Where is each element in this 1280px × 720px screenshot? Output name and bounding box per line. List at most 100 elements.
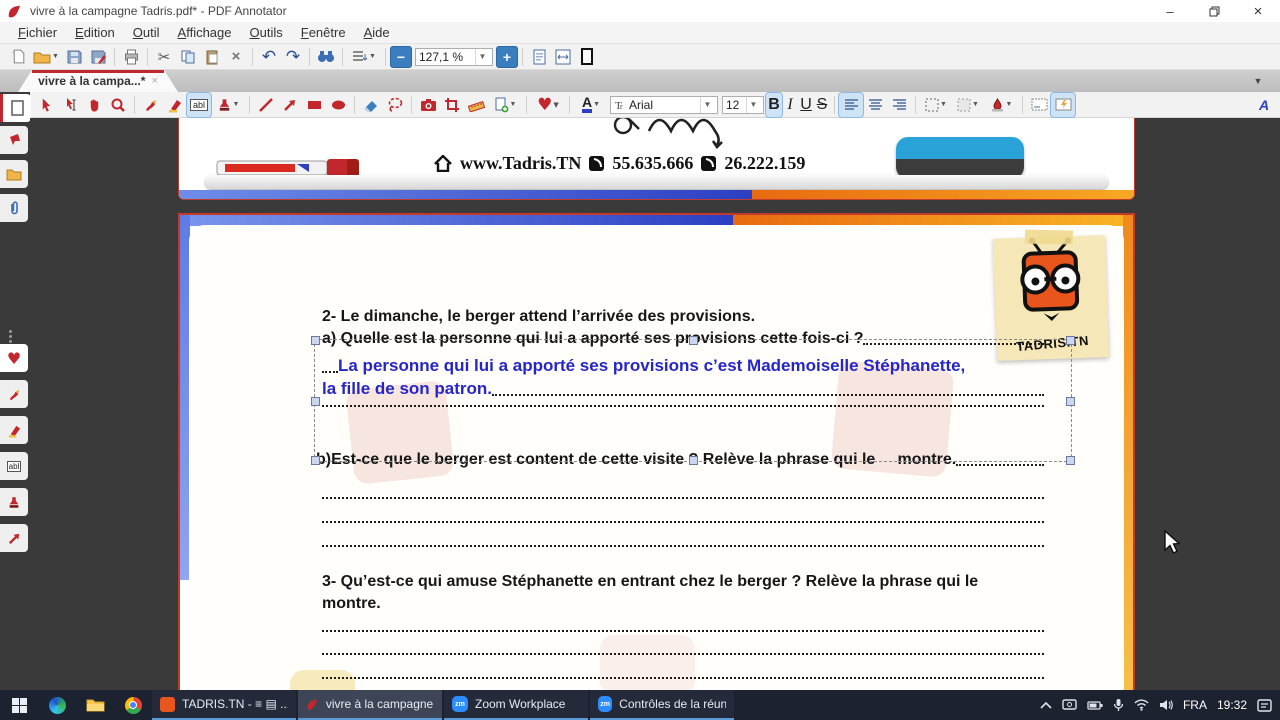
battery-icon[interactable]	[1087, 700, 1103, 711]
file-explorer-taskbar-icon[interactable]	[76, 690, 114, 720]
save-button[interactable]	[62, 45, 86, 69]
font-color-button[interactable]: A ▼	[574, 93, 608, 117]
align-left-button[interactable]	[838, 91, 864, 118]
border-style-button[interactable]: ▼	[920, 93, 952, 117]
cut-button[interactable]: ✂	[152, 45, 176, 69]
menu-aide[interactable]: Aide	[356, 23, 398, 42]
menu-edition[interactable]: Edition	[67, 23, 123, 42]
tray-expand-chevron-icon[interactable]	[1040, 701, 1052, 710]
tab-list-dropdown-button[interactable]: ▼	[1248, 73, 1268, 89]
selection-handle-middle-left[interactable]	[311, 397, 320, 406]
sidebar-highlighter-tool[interactable]	[0, 416, 28, 444]
microphone-icon[interactable]	[1113, 698, 1124, 712]
folders-panel-tab[interactable]	[0, 160, 28, 188]
close-button[interactable]: ×	[1236, 0, 1280, 22]
text-select-tool-button[interactable]	[58, 93, 82, 117]
form-field-button[interactable]	[1027, 93, 1051, 117]
print-button[interactable]	[119, 45, 143, 69]
align-right-button[interactable]	[887, 93, 911, 117]
redo-button[interactable]: ↷	[281, 45, 305, 69]
sidebar-textbox-tool[interactable]: abl	[0, 452, 28, 480]
align-center-button[interactable]	[863, 93, 887, 117]
pen-tool-button[interactable]	[139, 93, 163, 117]
find-button[interactable]	[314, 45, 338, 69]
italic-button[interactable]: I	[782, 93, 798, 117]
menu-outil[interactable]: Outil	[125, 23, 168, 42]
selection-handle-bottom-middle[interactable]	[689, 456, 698, 465]
annotation-list-button[interactable]: ▼	[347, 45, 381, 69]
zoom-tool-button[interactable]	[106, 93, 130, 117]
underline-button[interactable]: U	[798, 93, 814, 117]
language-indicator[interactable]: FRA	[1183, 698, 1207, 712]
new-document-button[interactable]	[6, 45, 30, 69]
crop-tool-button[interactable]	[440, 93, 464, 117]
arrow-tool-button[interactable]	[278, 93, 302, 117]
menu-fenetre[interactable]: Fenêtre	[293, 23, 354, 42]
insert-page-tool-button[interactable]: ▼	[488, 93, 522, 117]
start-button[interactable]	[0, 690, 38, 720]
tab-close-icon[interactable]: ×	[151, 75, 157, 87]
selection-handle-bottom-right[interactable]	[1066, 456, 1075, 465]
highlighter-tool-button[interactable]	[163, 93, 187, 117]
save-as-button[interactable]	[86, 45, 110, 69]
taskbar-window-tadris[interactable]: TADRIS.TN - ≡ ▤ ...قرن	[152, 690, 296, 720]
selection-handle-top-left[interactable]	[311, 336, 320, 345]
open-button[interactable]: ▼	[30, 45, 62, 69]
ellipse-tool-button[interactable]	[326, 93, 350, 117]
menu-fichier[interactable]: Fichier	[10, 23, 65, 42]
minimize-button[interactable]: –	[1148, 0, 1192, 22]
toolbar-sidebar-toggle-button[interactable]: A	[1252, 93, 1276, 117]
sidebar-arrow-tool[interactable]	[0, 524, 28, 552]
bold-button[interactable]: B	[765, 91, 783, 118]
edge-taskbar-icon[interactable]	[38, 690, 76, 720]
document-view[interactable]: www.Tadris.TN 55.635.666 26.222.159 TADR…	[30, 118, 1280, 690]
pan-tool-button[interactable]	[82, 93, 106, 117]
fill-color-button[interactable]: ▼	[984, 93, 1018, 117]
clock[interactable]: 19:32	[1217, 698, 1247, 712]
fit-page-button[interactable]	[527, 45, 551, 69]
screen-share-icon[interactable]	[1062, 698, 1077, 712]
snapshot-tool-button[interactable]	[416, 93, 440, 117]
border-width-button[interactable]: ▼	[952, 93, 984, 117]
zoom-out-button[interactable]: −	[390, 45, 412, 68]
stamp-tool-button[interactable]: ▼	[211, 93, 245, 117]
fit-width-button[interactable]	[551, 45, 575, 69]
textbox-tool-button[interactable]: abl	[186, 91, 212, 118]
pages-panel-tab[interactable]	[0, 94, 31, 122]
single-page-view-button[interactable]	[575, 45, 599, 69]
chrome-taskbar-icon[interactable]	[114, 690, 152, 720]
delete-button[interactable]: ×	[224, 45, 248, 69]
annotation-selection-box[interactable]	[311, 336, 1075, 465]
select-tool-button[interactable]	[34, 93, 58, 117]
selection-handle-bottom-left[interactable]	[311, 456, 320, 465]
speaker-icon[interactable]	[1159, 699, 1173, 711]
auto-form-field-button[interactable]	[1050, 91, 1076, 118]
paste-button[interactable]	[200, 45, 224, 69]
line-tool-button[interactable]	[254, 93, 278, 117]
strikethrough-button[interactable]: S	[814, 93, 830, 117]
undo-button[interactable]: ↶	[257, 45, 281, 69]
font-family-combobox[interactable]: Tr Arial ▼	[610, 95, 718, 114]
sidebar-favorites-heart-tool[interactable]: ♥	[0, 344, 28, 372]
sidebar-pen-tool[interactable]	[0, 380, 28, 408]
selection-handle-middle-right[interactable]	[1066, 397, 1075, 406]
taskbar-window-pdf-annotator[interactable]: vivre à la campagne T...	[298, 690, 442, 720]
attachments-panel-tab[interactable]	[0, 194, 28, 222]
selection-handle-top-middle[interactable]	[689, 336, 698, 345]
zoom-in-button[interactable]: +	[496, 45, 518, 68]
action-center-icon[interactable]	[1257, 698, 1272, 712]
font-size-combobox[interactable]: 12 ▼	[722, 95, 764, 114]
measure-tool-button[interactable]	[464, 93, 488, 117]
restore-button[interactable]	[1192, 0, 1236, 22]
favorites-tool-button[interactable]: ♥ ▼	[531, 93, 565, 117]
selection-handle-top-right[interactable]	[1066, 336, 1075, 345]
zoom-level-combobox[interactable]: 127,1 % ▼	[415, 47, 493, 66]
rectangle-tool-button[interactable]	[302, 93, 326, 117]
copy-button[interactable]	[176, 45, 200, 69]
menu-affichage[interactable]: Affichage	[170, 23, 240, 42]
bookmarks-panel-tab[interactable]	[0, 126, 28, 154]
eraser-tool-button[interactable]	[359, 93, 383, 117]
sidebar-stamp-tool[interactable]	[0, 488, 28, 516]
taskbar-window-zoom[interactable]: zm Zoom Workplace	[444, 690, 588, 720]
menu-outils[interactable]: Outils	[242, 23, 291, 42]
